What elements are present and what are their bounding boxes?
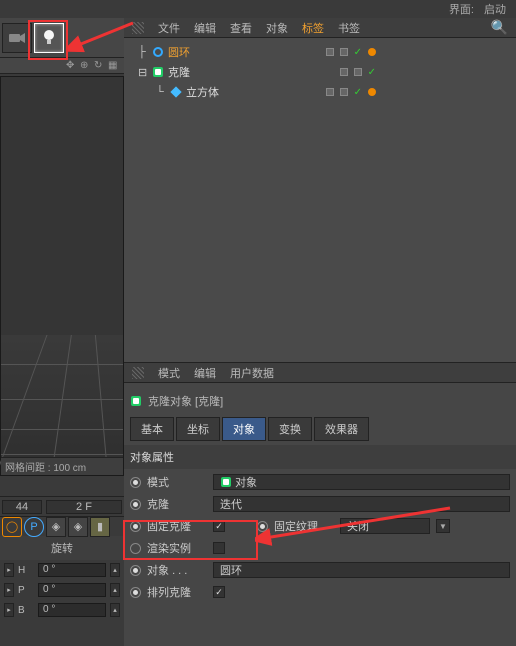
frame-display[interactable]: 2 F	[46, 500, 122, 514]
annotation-box	[28, 20, 68, 60]
layer-dot[interactable]	[340, 88, 348, 96]
radio-icon[interactable]	[257, 521, 268, 532]
tree-item-cube[interactable]: └ 立方体 ✓	[124, 82, 516, 102]
dropdown-icon[interactable]: ▼	[436, 519, 450, 533]
object-tree[interactable]: ├ 圆环 ✓ ⊟ 克隆 ✓ └ 立方体	[124, 38, 516, 363]
menu-tags[interactable]: 标签	[302, 20, 324, 36]
b-field[interactable]: 0 °	[38, 603, 106, 617]
menu-bookmark[interactable]: 书签	[338, 20, 360, 36]
viewport-status: 网格间距 : 100 cm	[1, 457, 123, 475]
visibility-check[interactable]: ✓	[354, 87, 362, 98]
object-link-field[interactable]: 圆环	[213, 562, 510, 578]
radio-icon[interactable]	[130, 499, 141, 510]
layer-dot[interactable]	[340, 68, 348, 76]
h-field[interactable]: 0 °	[38, 563, 106, 577]
spinner-icon[interactable]: ▸	[4, 603, 14, 617]
prop-clone: 克隆 迭代	[130, 493, 510, 515]
clone-icon	[152, 66, 164, 78]
ui-layout[interactable]: 启动	[484, 1, 506, 17]
prop-mode: 模式 对象	[130, 471, 510, 493]
keyframe-button[interactable]: ◈	[46, 517, 66, 537]
tab-effector[interactable]: 效果器	[314, 417, 369, 441]
tab-transform[interactable]: 变换	[268, 417, 312, 441]
object-name[interactable]: 圆环	[168, 44, 190, 60]
checkbox[interactable]: ✓	[213, 586, 225, 598]
fixtex-field[interactable]: 关闭	[340, 518, 430, 534]
object-manager-menubar: 文件 编辑 查看 对象 标签 书签 🔍	[124, 18, 516, 38]
tag-icon[interactable]	[368, 88, 376, 96]
attribute-panel: 克隆对象 [克隆] 基本 坐标 对象 变换 效果器 对象属性 模式 对象 克隆 …	[124, 383, 516, 609]
spinner-icon[interactable]: ▴	[110, 583, 120, 597]
spinner-icon[interactable]: ▴	[110, 563, 120, 577]
grid-icon[interactable]: ▦	[108, 60, 120, 72]
layer-dot[interactable]	[326, 48, 334, 56]
mode-field[interactable]: 对象	[213, 474, 510, 490]
coord-p: ▸ P 0 ° ▴	[0, 580, 124, 600]
menu-object[interactable]: 对象	[266, 20, 288, 36]
ui-label: 界面:	[449, 1, 474, 17]
spinner-icon[interactable]: ▴	[110, 603, 120, 617]
spinner-icon[interactable]: ▸	[4, 563, 14, 577]
clone-field[interactable]: 迭代	[213, 496, 510, 512]
visibility-check[interactable]: ✓	[368, 67, 376, 78]
move-icon[interactable]: ✥	[66, 60, 78, 72]
tree-branch-icon: └	[156, 86, 166, 98]
cube-icon	[170, 86, 182, 98]
coord-b: ▸ B 0 ° ▴	[0, 600, 124, 620]
p-field[interactable]: 0 °	[38, 583, 106, 597]
grip-icon[interactable]	[132, 367, 144, 379]
zoom-icon[interactable]: ⊕	[80, 60, 92, 72]
menu-edit[interactable]: 编辑	[194, 365, 216, 381]
annotation-box	[123, 520, 258, 560]
frame-number[interactable]: 44	[2, 500, 42, 514]
clone-icon	[130, 395, 142, 407]
tree-branch-icon: ├	[138, 46, 148, 58]
radio-icon[interactable]	[130, 565, 141, 576]
search-icon[interactable]: 🔍	[491, 19, 508, 36]
viewport-mini-icons: ✥ ⊕ ↻ ▦	[0, 58, 124, 74]
collapse-icon[interactable]: ⊟	[138, 66, 148, 79]
keyframe-button[interactable]: ◈	[68, 517, 88, 537]
menu-edit[interactable]: 编辑	[194, 20, 216, 36]
tab-coord[interactable]: 坐标	[176, 417, 220, 441]
menu-file[interactable]: 文件	[158, 20, 180, 36]
radio-icon[interactable]	[130, 587, 141, 598]
attribute-menubar: 模式 编辑 用户数据	[124, 363, 516, 383]
rotate-icon[interactable]: ↻	[94, 60, 106, 72]
viewport[interactable]: 网格间距 : 100 cm	[0, 76, 124, 476]
grip-icon[interactable]	[132, 22, 144, 34]
layer-dot[interactable]	[326, 88, 334, 96]
tree-item-ring[interactable]: ├ 圆环 ✓	[124, 42, 516, 62]
prop-object: 对象 . . . 圆环	[130, 559, 510, 581]
section-header: 对象属性	[124, 445, 516, 469]
coord-h: ▸ H 0 ° ▴	[0, 560, 124, 580]
menu-mode[interactable]: 模式	[158, 365, 180, 381]
spinner-icon[interactable]: ▸	[4, 583, 14, 597]
menu-userdata[interactable]: 用户数据	[230, 365, 274, 381]
prop-arrange: 排列克隆 ✓	[130, 581, 510, 603]
tab-basic[interactable]: 基本	[130, 417, 174, 441]
object-name[interactable]: 克隆	[168, 64, 190, 80]
menu-view[interactable]: 查看	[230, 20, 252, 36]
attribute-title: 克隆对象 [克隆]	[130, 389, 510, 413]
tag-icon[interactable]	[368, 48, 376, 56]
play-button[interactable]: P	[24, 517, 44, 537]
ring-icon	[152, 46, 164, 58]
tab-object[interactable]: 对象	[222, 417, 266, 441]
layer-dot[interactable]	[354, 68, 362, 76]
timeline-button[interactable]: ▮	[90, 517, 110, 537]
rotation-header: 旋转	[0, 536, 124, 560]
tree-item-clone[interactable]: ⊟ 克隆 ✓	[124, 62, 516, 82]
visibility-check[interactable]: ✓	[354, 47, 362, 58]
record-button[interactable]: ◯	[2, 517, 22, 537]
object-name[interactable]: 立方体	[186, 84, 219, 100]
radio-icon[interactable]	[130, 477, 141, 488]
layer-dot[interactable]	[340, 48, 348, 56]
